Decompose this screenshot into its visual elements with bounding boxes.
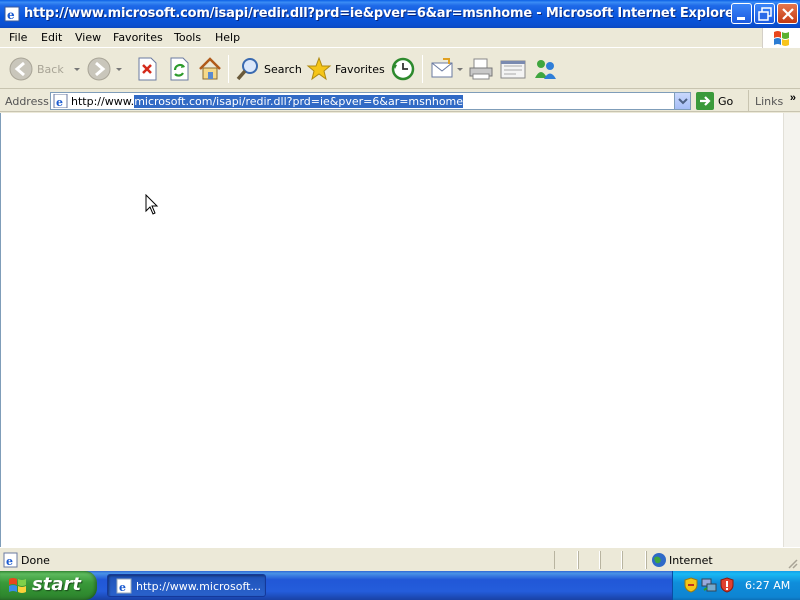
mouse-cursor-icon — [145, 194, 159, 215]
star-icon — [306, 56, 332, 81]
page-ie-icon: e — [53, 94, 68, 108]
search-label: Search — [264, 62, 302, 76]
title-bar[interactable]: e http://www.microsoft.com/isapi/redir.d… — [0, 0, 800, 28]
menu-edit[interactable]: Edit — [41, 31, 62, 44]
search-button[interactable]: Search — [235, 53, 302, 85]
edit-page-icon — [500, 60, 526, 79]
svg-text:e: e — [119, 581, 126, 594]
stop-icon — [138, 57, 157, 81]
alert-shield-icon[interactable] — [719, 577, 735, 593]
go-arrow-icon — [696, 92, 714, 110]
back-label: Back — [37, 62, 64, 76]
status-panel — [554, 551, 578, 569]
start-button[interactable]: start — [0, 571, 97, 600]
url-selected-text: microsoft.com/isapi/redir.dll?prd=ie&pve… — [134, 95, 464, 108]
mail-icon — [431, 58, 453, 78]
back-button[interactable]: Back — [8, 53, 80, 85]
restore-icon — [758, 7, 772, 21]
go-button[interactable]: Go — [696, 92, 733, 110]
system-tray: 6:27 AM — [672, 571, 800, 600]
forward-arrow-icon — [87, 57, 111, 81]
zone-label: Internet — [669, 554, 713, 567]
status-panel — [622, 551, 646, 569]
address-bar: Address e http://www.microsoft.com/isapi… — [0, 90, 800, 112]
minimize-button[interactable] — [731, 3, 752, 24]
home-button[interactable] — [197, 53, 223, 85]
minimize-icon — [737, 17, 745, 20]
window-title: http://www.microsoft.com/isapi/redir.dll… — [24, 6, 740, 21]
close-icon — [782, 8, 794, 20]
security-shield-icon[interactable] — [683, 577, 699, 593]
messenger-button[interactable] — [531, 53, 559, 85]
menu-file[interactable]: File — [9, 31, 27, 44]
taskbar-item-ie[interactable]: e http://www.microsoft... — [107, 574, 266, 597]
page-content[interactable] — [0, 113, 783, 547]
address-url: http://www.microsoft.com/isapi/redir.dll… — [71, 95, 464, 108]
standard-toolbar: Back Search Favorites — [0, 49, 800, 89]
vertical-scrollbar[interactable] — [783, 113, 800, 547]
home-icon — [199, 57, 221, 80]
security-zone[interactable]: Internet — [646, 551, 800, 569]
favorites-label: Favorites — [335, 62, 385, 76]
address-input[interactable]: e http://www.microsoft.com/isapi/redir.d… — [50, 92, 691, 110]
status-panel — [578, 551, 600, 569]
menu-bar: File Edit View Favorites Tools Help — [0, 28, 800, 48]
clock[interactable]: 6:27 AM — [745, 579, 790, 592]
print-button[interactable] — [467, 53, 495, 85]
svg-text:e: e — [6, 555, 13, 568]
page-ie-icon: e — [3, 552, 18, 568]
taskbar: start e http://www.microsoft... 6:27 AM — [0, 571, 800, 600]
url-prefix: http://www. — [71, 95, 135, 108]
forward-button[interactable] — [86, 53, 122, 85]
links-toolbar[interactable]: Links » — [748, 90, 800, 112]
windows-flag-icon — [762, 28, 800, 48]
messenger-icon — [535, 60, 556, 79]
ie-icon: e — [4, 6, 20, 22]
go-label: Go — [718, 94, 734, 108]
status-bar: e Done Internet — [0, 547, 800, 571]
menu-favorites[interactable]: Favorites — [113, 31, 163, 44]
menu-help[interactable]: Help — [215, 31, 240, 44]
chevron-down-icon — [678, 98, 688, 105]
refresh-icon — [170, 57, 189, 81]
back-arrow-icon — [9, 57, 33, 81]
mail-button[interactable] — [429, 53, 463, 85]
ie-icon: e — [116, 578, 132, 594]
printer-icon — [469, 58, 493, 80]
search-icon — [236, 58, 258, 81]
refresh-button[interactable] — [167, 53, 191, 85]
ie-window: e http://www.microsoft.com/isapi/redir.d… — [0, 0, 800, 571]
links-chevron-icon[interactable]: » — [790, 92, 796, 104]
address-dropdown-button[interactable] — [674, 93, 690, 109]
toolbar-separator — [228, 55, 229, 83]
taskbar-item-label: http://www.microsoft... — [136, 580, 261, 593]
history-button[interactable] — [390, 53, 416, 85]
globe-icon — [652, 553, 666, 567]
address-label: Address — [5, 95, 49, 108]
links-label: Links — [755, 95, 784, 108]
history-icon — [391, 57, 415, 81]
network-icon[interactable] — [701, 577, 717, 593]
edit-button[interactable] — [499, 53, 527, 85]
status-panel — [600, 551, 622, 569]
toolbar-separator — [422, 55, 423, 83]
favorites-button[interactable]: Favorites — [306, 53, 385, 85]
resize-grip-icon[interactable] — [786, 557, 798, 569]
start-label: start — [32, 574, 81, 595]
forward-dropdown-icon[interactable] — [116, 67, 122, 71]
stop-button[interactable] — [135, 53, 159, 85]
menu-view[interactable]: View — [75, 31, 101, 44]
restore-button[interactable] — [754, 3, 775, 24]
windows-flag-icon — [9, 578, 26, 593]
back-dropdown-icon[interactable] — [73, 67, 80, 71]
status-text: Done — [21, 554, 50, 567]
svg-text:e: e — [7, 8, 15, 22]
mail-dropdown-icon[interactable] — [457, 67, 463, 71]
menu-tools[interactable]: Tools — [174, 31, 201, 44]
close-button[interactable] — [777, 3, 798, 24]
svg-text:e: e — [56, 96, 63, 108]
